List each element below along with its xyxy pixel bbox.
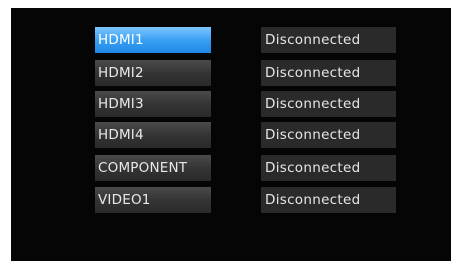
input-item-hdmi3[interactable]: HDMI3 (95, 91, 211, 117)
input-item-hdmi1[interactable]: HDMI1 (95, 27, 211, 53)
input-item-hdmi2[interactable]: HDMI2 (95, 60, 211, 86)
status-hdmi2: Disconnected (261, 60, 396, 86)
status-video1: Disconnected (261, 187, 396, 213)
status-hdmi4: Disconnected (261, 122, 396, 148)
input-item-video1[interactable]: VIDEO1 (95, 187, 211, 213)
input-item-component[interactable]: COMPONENT (95, 155, 211, 181)
tv-screen: HDMI1 Disconnected HDMI2 Disconnected HD… (11, 8, 451, 261)
status-component: Disconnected (261, 155, 396, 181)
input-item-hdmi4[interactable]: HDMI4 (95, 122, 211, 148)
status-hdmi1: Disconnected (261, 27, 396, 53)
status-hdmi3: Disconnected (261, 91, 396, 117)
